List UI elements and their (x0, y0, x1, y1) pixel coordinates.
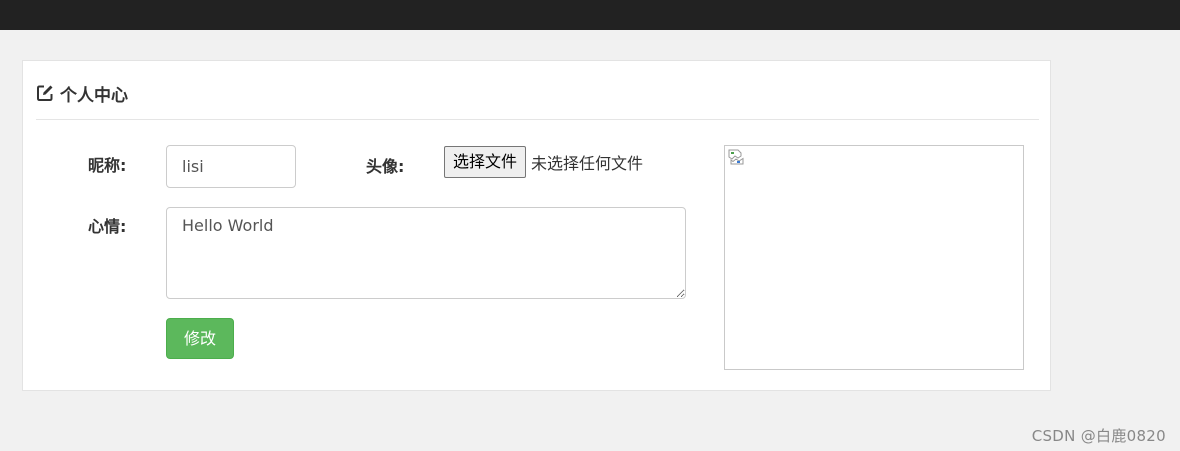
top-navbar (0, 0, 1180, 30)
nickname-input[interactable] (166, 145, 296, 188)
avatar-label: 头像: (366, 157, 405, 176)
file-status-text: 未选择任何文件 (531, 154, 644, 173)
mood-label: 心情: (88, 217, 127, 236)
panel-header: 个人中心 (36, 81, 128, 106)
edit-icon (36, 84, 54, 102)
submit-button[interactable]: 修改 (166, 318, 234, 359)
panel-title: 个人中心 (60, 85, 128, 106)
avatar-file-input[interactable]: 选择文件 未选择任何文件 (444, 145, 643, 179)
nickname-label: 昵称: (88, 156, 127, 175)
mood-textarea[interactable]: Hello World (166, 207, 686, 299)
avatar-preview-image (724, 145, 1024, 370)
broken-image-icon (728, 149, 744, 165)
watermark-text: CSDN @白鹿0820 (1031, 427, 1166, 445)
choose-file-button[interactable]: 选择文件 (444, 146, 527, 178)
profile-panel: 个人中心 昵称: 头像: 选择文件 未选择任何文件 心情: Hello Worl… (22, 60, 1051, 391)
header-divider (36, 119, 1039, 120)
